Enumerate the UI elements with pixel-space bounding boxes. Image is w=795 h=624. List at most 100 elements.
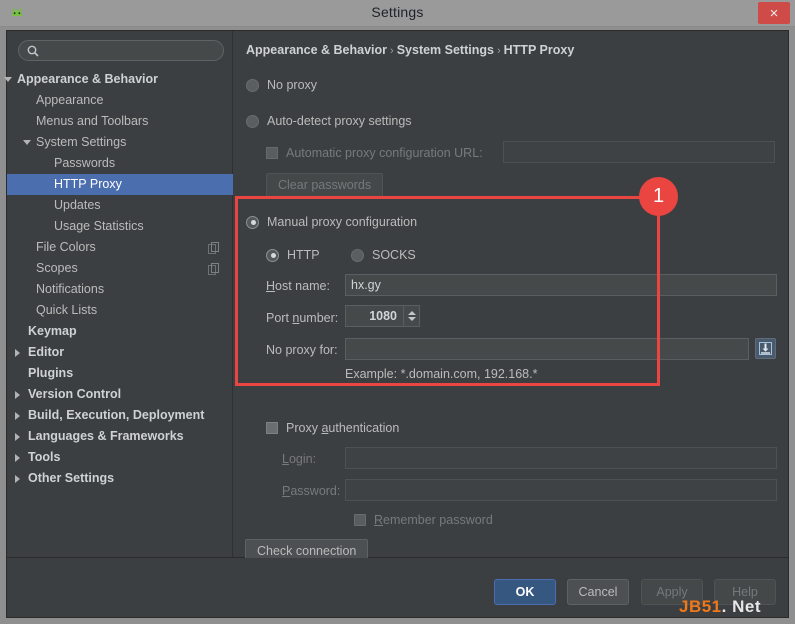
http-radio[interactable]: [266, 249, 279, 262]
sidebar-item-languages-frameworks[interactable]: Languages & Frameworks: [7, 426, 233, 447]
no-proxy-radio[interactable]: [246, 79, 259, 92]
sidebar-item-plugins[interactable]: Plugins: [7, 363, 233, 384]
sidebar-item-label: Plugins: [28, 363, 73, 384]
sidebar-item-other-settings[interactable]: Other Settings: [7, 468, 233, 489]
remember-password-checkbox[interactable]: [354, 514, 366, 526]
no-proxy-label: No proxy: [267, 78, 317, 92]
chevron-down-icon[interactable]: [4, 77, 12, 86]
auto-detect-radio[interactable]: [246, 115, 259, 128]
sidebar-item-label: Quick Lists: [36, 300, 97, 321]
http-option[interactable]: HTTP: [266, 245, 320, 265]
manual-proxy-option[interactable]: Manual proxy configuration: [246, 212, 417, 232]
stepper-down-icon[interactable]: [408, 317, 416, 321]
clear-passwords-button[interactable]: Clear passwords: [266, 173, 383, 197]
copy-icon[interactable]: [208, 262, 220, 275]
sidebar-item-label: Version Control: [28, 384, 121, 405]
chevron-down-icon[interactable]: [23, 140, 31, 149]
sidebar-item-http-proxy[interactable]: HTTP Proxy: [7, 174, 233, 195]
sidebar-item-label: Keymap: [28, 321, 77, 342]
sidebar-item-keymap[interactable]: Keymap: [7, 321, 233, 342]
chevron-right-icon[interactable]: [15, 412, 20, 420]
sidebar-item-label: Editor: [28, 342, 64, 363]
settings-window: Settings × Appearance & BehaviorAppearan…: [0, 0, 795, 624]
sidebar-item-label: Other Settings: [28, 468, 114, 489]
socks-option[interactable]: SOCKS: [351, 245, 416, 265]
manual-proxy-label: Manual proxy configuration: [267, 215, 417, 229]
no-proxy-for-input[interactable]: [345, 338, 749, 360]
port-number-stepper[interactable]: 1080: [345, 305, 420, 327]
sidebar-item-file-colors[interactable]: File Colors: [7, 237, 233, 258]
port-label-pre: Port: [266, 311, 292, 325]
host-name-label: Host name:: [266, 276, 330, 296]
chevron-right-icon[interactable]: [15, 433, 20, 441]
sidebar-item-appearance-behavior[interactable]: Appearance & Behavior: [7, 69, 233, 90]
sidebar-item-quick-lists[interactable]: Quick Lists: [7, 300, 233, 321]
no-proxy-for-label: No proxy for:: [266, 340, 338, 360]
proxy-auth-option[interactable]: Proxy authentication: [266, 418, 399, 438]
sidebar-item-label: Appearance: [36, 90, 103, 111]
stepper-up-icon[interactable]: [408, 311, 416, 315]
breadcrumb-part: System Settings: [397, 43, 494, 57]
close-button[interactable]: ×: [758, 2, 790, 24]
help-button[interactable]: Help: [714, 579, 776, 605]
remember-label-rest: emember password: [383, 513, 493, 527]
dialog-body: Appearance & BehaviorAppearanceMenus and…: [6, 30, 789, 558]
sidebar-item-appearance[interactable]: Appearance: [7, 90, 233, 111]
sidebar-item-tools[interactable]: Tools: [7, 447, 233, 468]
sidebar-item-label: Usage Statistics: [54, 216, 144, 237]
breadcrumb-part: Appearance & Behavior: [246, 43, 387, 57]
breadcrumb-separator: ›: [387, 45, 397, 57]
sidebar-item-label: Tools: [28, 447, 60, 468]
login-mnemonic: L: [282, 452, 289, 466]
sidebar-item-system-settings[interactable]: System Settings: [7, 132, 233, 153]
auto-detect-option[interactable]: Auto-detect proxy settings: [246, 111, 412, 131]
http-proxy-pane: Appearance & Behavior›System Settings›HT…: [234, 31, 788, 557]
login-label: Login:: [282, 449, 316, 469]
search-box[interactable]: [18, 40, 224, 61]
auto-url-checkbox[interactable]: [266, 147, 278, 159]
search-input[interactable]: [45, 41, 217, 60]
sidebar-item-menus-and-toolbars[interactable]: Menus and Toolbars: [7, 111, 233, 132]
chevron-right-icon[interactable]: [15, 391, 20, 399]
sidebar-item-version-control[interactable]: Version Control: [7, 384, 233, 405]
sidebar-item-label: Build, Execution, Deployment: [28, 405, 204, 426]
host-mnemonic: H: [266, 279, 275, 293]
socks-radio[interactable]: [351, 249, 364, 262]
cancel-button[interactable]: Cancel: [567, 579, 629, 605]
chevron-right-icon[interactable]: [15, 349, 20, 357]
port-label-rest: umber:: [299, 311, 338, 325]
chevron-right-icon[interactable]: [15, 454, 20, 462]
apply-button[interactable]: Apply: [641, 579, 703, 605]
no-proxy-example-text: Example: *.domain.com, 192.168.*: [345, 367, 537, 381]
sidebar-item-notifications[interactable]: Notifications: [7, 279, 233, 300]
sidebar-item-usage-statistics[interactable]: Usage Statistics: [7, 216, 233, 237]
port-stepper-buttons[interactable]: [403, 306, 419, 326]
sidebar-item-label: Updates: [54, 195, 101, 216]
port-number-label: Port number:: [266, 308, 338, 328]
expand-list-icon[interactable]: [755, 338, 776, 359]
sidebar-item-label: Notifications: [36, 279, 104, 300]
password-input[interactable]: [345, 479, 777, 501]
no-proxy-option[interactable]: No proxy: [246, 75, 317, 95]
sidebar-item-build-execution-deployment[interactable]: Build, Execution, Deployment: [7, 405, 233, 426]
manual-proxy-radio[interactable]: [246, 216, 259, 229]
sidebar-item-updates[interactable]: Updates: [7, 195, 233, 216]
login-input[interactable]: [345, 447, 777, 469]
dialog-footer: OK Cancel Apply Help: [6, 558, 789, 618]
sidebar-item-editor[interactable]: Editor: [7, 342, 233, 363]
password-label-rest: assword:: [290, 484, 340, 498]
sidebar-item-scopes[interactable]: Scopes: [7, 258, 233, 279]
sidebar-item-label: HTTP Proxy: [54, 174, 122, 195]
chevron-right-icon[interactable]: [15, 475, 20, 483]
socks-label: SOCKS: [372, 248, 416, 262]
sidebar-item-passwords[interactable]: Passwords: [7, 153, 233, 174]
port-number-value[interactable]: 1080: [346, 306, 403, 326]
sidebar-item-label: System Settings: [36, 132, 126, 153]
auto-url-input[interactable]: [503, 141, 775, 163]
host-name-input[interactable]: [345, 274, 777, 296]
settings-tree: Appearance & BehaviorAppearanceMenus and…: [7, 69, 233, 489]
ok-button[interactable]: OK: [494, 579, 556, 605]
copy-icon[interactable]: [208, 241, 220, 254]
proxy-auth-checkbox[interactable]: [266, 422, 278, 434]
remember-password-option[interactable]: Remember password: [354, 510, 493, 530]
